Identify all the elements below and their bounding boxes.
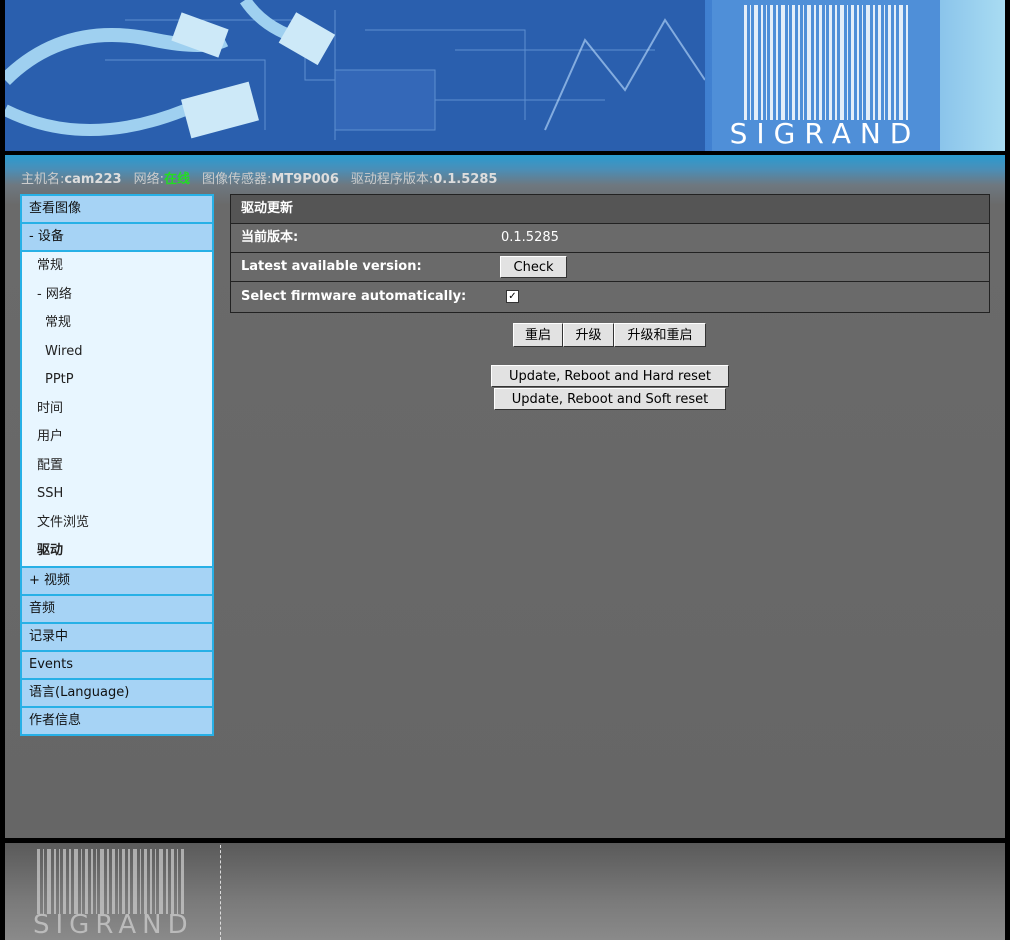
reboot-button[interactable]: 重启 bbox=[513, 323, 563, 347]
hostname-value: cam223 bbox=[64, 172, 122, 187]
hard-reset-button[interactable]: Update, Reboot and Hard reset bbox=[491, 365, 729, 387]
current-version-label: 当前版本: bbox=[241, 230, 299, 245]
nav-author[interactable]: 作者信息 bbox=[22, 707, 212, 734]
check-button[interactable]: Check bbox=[500, 256, 567, 278]
footer-logo-text: SIGRAND bbox=[33, 910, 194, 940]
sensor-value: MT9P006 bbox=[271, 172, 339, 187]
header-banner: SIGRAND bbox=[5, 0, 1005, 151]
nav-config[interactable]: 配置 bbox=[22, 452, 212, 481]
panel-header: 驱动更新 bbox=[231, 195, 989, 224]
footer: SIGRAND bbox=[5, 843, 1005, 940]
network-label: 网络: bbox=[133, 172, 164, 187]
upgrade-reboot-button[interactable]: 升级和重启 bbox=[614, 323, 706, 347]
nav-file-browser[interactable]: 文件浏览 bbox=[22, 509, 212, 538]
content-area: 驱动更新 当前版本: 0.1.5285 Latest available ver… bbox=[227, 190, 997, 480]
soft-reset-button[interactable]: Update, Reboot and Soft reset bbox=[494, 388, 726, 410]
circuit-cables-graphic bbox=[5, 0, 705, 151]
auto-select-label: Select firmware automatically: bbox=[241, 289, 467, 304]
nav-view-image[interactable]: 查看图像 bbox=[22, 196, 212, 224]
panel-title: 驱动更新 bbox=[241, 201, 294, 216]
nav-audio[interactable]: 音频 bbox=[22, 595, 212, 624]
nav-network-pptp[interactable]: PPtP bbox=[22, 366, 212, 395]
nav-device[interactable]: - 设备 bbox=[22, 224, 212, 252]
nav-recording[interactable]: 记录中 bbox=[22, 623, 212, 652]
nav-video[interactable]: + 视频 bbox=[22, 567, 212, 596]
auto-select-row: Select firmware automatically: ✓ bbox=[231, 282, 989, 312]
nav-language[interactable]: 语言(Language) bbox=[22, 679, 212, 708]
auto-select-checkbox[interactable]: ✓ bbox=[506, 290, 519, 303]
main-area: 主机名:cam223 网络:在线 图像传感器:MT9P006 驱动程序版本:0.1.5… bbox=[5, 155, 1005, 838]
nav-time[interactable]: 时间 bbox=[22, 395, 212, 424]
nav-users[interactable]: 用户 bbox=[22, 423, 212, 452]
status-bar: 主机名:cam223 网络:在线 图像传感器:MT9P006 驱动程序版本:0.1.5… bbox=[21, 168, 497, 187]
latest-version-label: Latest available version: bbox=[241, 259, 422, 274]
upgrade-button[interactable]: 升级 bbox=[563, 323, 614, 347]
footer-divider bbox=[220, 845, 221, 940]
sensor-label: 图像传感器: bbox=[201, 172, 272, 187]
nav-network-wired[interactable]: Wired bbox=[22, 338, 212, 367]
nav-network[interactable]: - 网络 bbox=[22, 281, 212, 310]
firmware-panel: 驱动更新 当前版本: 0.1.5285 Latest available ver… bbox=[230, 194, 990, 313]
network-status: 在线 bbox=[163, 172, 190, 187]
nav-driver[interactable]: 驱动 bbox=[22, 537, 212, 568]
latest-version-row: Latest available version: Check bbox=[231, 253, 989, 282]
driver-value: 0.1.5285 bbox=[433, 172, 498, 187]
nav-ssh[interactable]: SSH bbox=[22, 480, 212, 509]
nav-events[interactable]: Events bbox=[22, 651, 212, 680]
nav-device-general[interactable]: 常规 bbox=[22, 252, 212, 281]
current-version-value: 0.1.5285 bbox=[501, 230, 559, 245]
current-version-row: 当前版本: 0.1.5285 bbox=[231, 224, 989, 253]
logo-text: SIGRAND bbox=[729, 117, 921, 150]
footer-barcode-logo bbox=[37, 849, 184, 914]
hostname-label: 主机名: bbox=[21, 172, 65, 187]
sidebar-nav: 查看图像 - 设备 常规 - 网络 常规 Wired PPtP 时间 用户 配置… bbox=[20, 194, 214, 736]
nav-network-general[interactable]: 常规 bbox=[22, 309, 212, 338]
driver-label: 驱动程序版本: bbox=[350, 172, 434, 187]
